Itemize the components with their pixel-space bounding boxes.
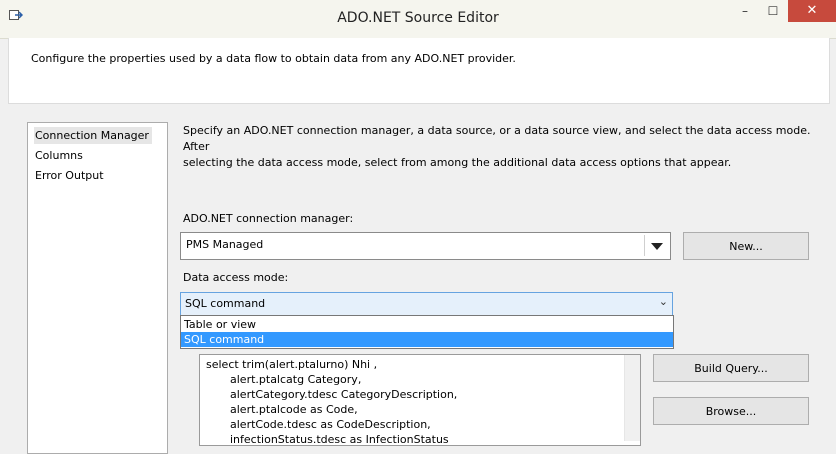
intro-line-1: Specify an ADO.NET connection manager, a… <box>183 124 811 153</box>
build-query-button[interactable]: Build Query... <box>653 354 809 382</box>
connection-manager-value: PMS Managed <box>186 238 264 251</box>
access-mode-label: Data access mode: <box>183 271 289 284</box>
intro-text: Specify an ADO.NET connection manager, a… <box>183 123 823 171</box>
option-table-or-view[interactable]: Table or view <box>181 317 673 332</box>
browse-button[interactable]: Browse... <box>653 397 809 425</box>
nav-item-connection-manager[interactable]: Connection Manager <box>34 127 152 144</box>
nav-item-columns[interactable]: Columns <box>34 147 83 164</box>
header-description: Configure the properties used by a data … <box>31 52 516 65</box>
sql-scrollbar[interactable] <box>624 355 640 441</box>
maximize-button[interactable]: ☐ <box>759 0 787 22</box>
sql-line: alert.ptalcode as Code, <box>230 403 358 416</box>
nav-panel: Connection Manager Columns Error Output <box>27 122 168 454</box>
sql-line: infectionStatus.tdesc as InfectionStatus <box>230 433 449 446</box>
connection-manager-label: ADO.NET connection manager: <box>183 212 354 225</box>
sql-command-textarea[interactable]: select trim(alert.ptalurno) Nhi , alert.… <box>199 354 641 446</box>
window-title: ADO.NET Source Editor <box>337 10 499 26</box>
new-button[interactable]: New... <box>683 232 809 260</box>
nav-item-error-output[interactable]: Error Output <box>34 167 104 184</box>
connection-manager-select[interactable]: PMS Managed <box>180 232 671 260</box>
sql-line: select trim(alert.ptalurno) Nhi , <box>206 358 378 371</box>
close-button[interactable]: ✕ <box>788 0 836 22</box>
access-mode-value: SQL command <box>185 297 266 310</box>
minimize-button[interactable]: – <box>731 0 759 22</box>
sql-line: alertCode.tdesc as CodeDescription, <box>230 418 431 431</box>
title-bar: ADO.NET Source Editor – ☐ ✕ <box>0 0 836 39</box>
dropdown-arrow-icon[interactable] <box>644 235 668 256</box>
option-sql-command[interactable]: SQL command <box>181 332 673 347</box>
access-mode-dropdown-list: Table or view SQL command <box>180 315 674 349</box>
access-mode-select[interactable]: SQL command ⌄ <box>180 292 673 316</box>
intro-line-2: selecting the data access mode, select f… <box>183 156 732 169</box>
sql-line: alert.ptalcatg Category, <box>230 373 362 386</box>
chevron-down-icon[interactable]: ⌄ <box>659 295 668 308</box>
sql-line: alertCategory.tdesc CategoryDescription, <box>230 388 458 401</box>
header-panel: Configure the properties used by a data … <box>8 38 830 104</box>
